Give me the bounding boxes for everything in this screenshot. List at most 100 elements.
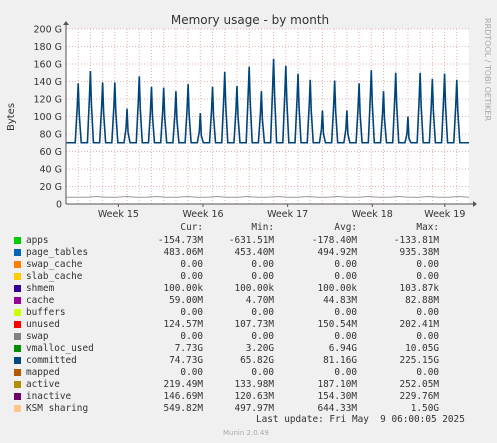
legend-max-value: 0.00 (416, 307, 439, 318)
legend-max-value: 103.87k (399, 283, 439, 294)
legend-swatch (14, 333, 21, 340)
legend-max-value: 10.05G (405, 343, 439, 354)
legend-name: mapped (26, 367, 60, 378)
legend-swatch (14, 273, 21, 280)
munin-version: Munin 2.0.49 (223, 429, 269, 437)
legend-swatch (14, 405, 21, 412)
legend-name: inactive (26, 391, 72, 402)
legend-cur-value: 74.73G (169, 355, 203, 366)
legend-header-cur: Cur: (180, 222, 203, 233)
legend-max-value: 0.00 (416, 367, 439, 378)
legend-swatch (14, 393, 21, 400)
legend-name: buffers (26, 307, 66, 318)
legend-name: cache (26, 295, 55, 306)
legend-min-value: 133.98M (234, 379, 274, 390)
legend-max-value: 0.00 (416, 271, 439, 282)
y-tick-label: 60 G (40, 147, 62, 158)
x-tick-label: Week 17 (267, 209, 308, 220)
legend-max-value: 82.88M (405, 295, 439, 306)
legend-min-value: 3.20G (245, 343, 274, 354)
legend-name: active (26, 379, 60, 390)
x-tick-label: Week 18 (352, 209, 393, 220)
legend-swatch (14, 345, 21, 352)
legend-swatch (14, 381, 21, 388)
legend-min-value: 0.00 (251, 307, 274, 318)
legend-min-value: 120.63M (234, 391, 274, 402)
legend-min-value: 4.70M (245, 295, 274, 306)
legend-min-value: 497.97M (234, 403, 274, 414)
legend-cur-value: 0.00 (180, 331, 203, 342)
legend-avg-value: 0.00 (334, 259, 357, 270)
legend-name: committed (26, 355, 77, 366)
legend-min-value: 0.00 (251, 259, 274, 270)
y-tick-label: 180 G (33, 42, 62, 53)
legend-avg-value: 644.33M (317, 403, 357, 414)
legend-name: page_tables (26, 247, 89, 258)
y-tick-label: 40 G (40, 165, 62, 176)
y-tick-label: 80 G (40, 130, 62, 141)
legend-min-value: 65.82G (240, 355, 274, 366)
legend-cur-value: 59.00M (169, 295, 203, 306)
chart-title: Memory usage - by month (171, 13, 329, 27)
legend-cur-value: 100.00k (163, 283, 203, 294)
legend-cur-value: 549.82M (163, 403, 203, 414)
legend-min-value: 453.40M (234, 247, 274, 258)
y-tick-label: 20 G (40, 182, 62, 193)
legend-avg-value: 0.00 (334, 271, 357, 282)
legend-cur-value: 219.49M (163, 379, 203, 390)
legend-swatch (14, 357, 21, 364)
legend-cur-value: 0.00 (180, 259, 203, 270)
legend-max-value: 252.05M (399, 379, 439, 390)
legend-avg-value: 0.00 (334, 331, 357, 342)
legend-avg-value: 6.94G (328, 343, 357, 354)
legend-avg-value: 44.83M (323, 295, 357, 306)
legend-min-value: -631.51M (228, 235, 274, 246)
legend-avg-value: 154.30M (317, 391, 357, 402)
legend-name: unused (26, 319, 60, 330)
legend-max-value: 229.76M (399, 391, 439, 402)
y-tick-label: 120 G (33, 95, 62, 106)
legend-cur-value: 0.00 (180, 367, 203, 378)
y-tick-label: 100 G (33, 112, 62, 123)
legend-max-value: 0.00 (416, 259, 439, 270)
legend-swatch (14, 261, 21, 268)
legend-cur-value: 0.00 (180, 271, 203, 282)
legend-avg-value: 0.00 (334, 367, 357, 378)
legend-cur-value: 0.00 (180, 307, 203, 318)
legend-swatch (14, 297, 21, 304)
legend-cur-value: 7.73G (174, 343, 203, 354)
legend-avg-value: -178.40M (311, 235, 357, 246)
legend-max-value: 202.41M (399, 319, 439, 330)
legend-avg-value: 0.00 (334, 307, 357, 318)
legend-name: swap (26, 331, 49, 342)
y-tick-label: 160 G (33, 60, 62, 71)
x-tick-label: Week 16 (182, 209, 223, 220)
legend-swatch (14, 321, 21, 328)
legend-min-value: 107.73M (234, 319, 274, 330)
y-axis-arrow (63, 21, 69, 25)
legend-min-value: 0.00 (251, 367, 274, 378)
legend-name: shmem (26, 283, 55, 294)
legend-min-value: 100.00k (234, 283, 274, 294)
legend-swatch (14, 249, 21, 256)
legend-header-min: Min: (251, 222, 274, 233)
legend-header-avg: Avg: (334, 222, 357, 233)
legend-cur-value: 124.57M (163, 319, 203, 330)
x-tick-label: Week 19 (424, 209, 465, 220)
last-update: Last update: Fri May 9 06:00:05 2025 (256, 414, 465, 425)
legend-cur-value: -154.73M (157, 235, 203, 246)
y-tick-label: 140 G (33, 77, 62, 88)
legend-max-value: 225.15G (399, 355, 439, 366)
legend-avg-value: 187.10M (317, 379, 357, 390)
legend-name: KSM sharing (26, 403, 89, 414)
legend-min-value: 0.00 (251, 331, 274, 342)
legend-header-max: Max: (416, 222, 439, 233)
legend-min-value: 0.00 (251, 271, 274, 282)
legend-avg-value: 100.00k (317, 283, 357, 294)
legend-name: swap_cache (26, 259, 83, 270)
y-tick-label: 0 (56, 200, 62, 211)
legend-max-value: 1.50G (410, 403, 439, 414)
legend-name: vmalloc_used (26, 343, 94, 354)
legend-swatch (14, 309, 21, 316)
legend-name: apps (26, 235, 49, 246)
